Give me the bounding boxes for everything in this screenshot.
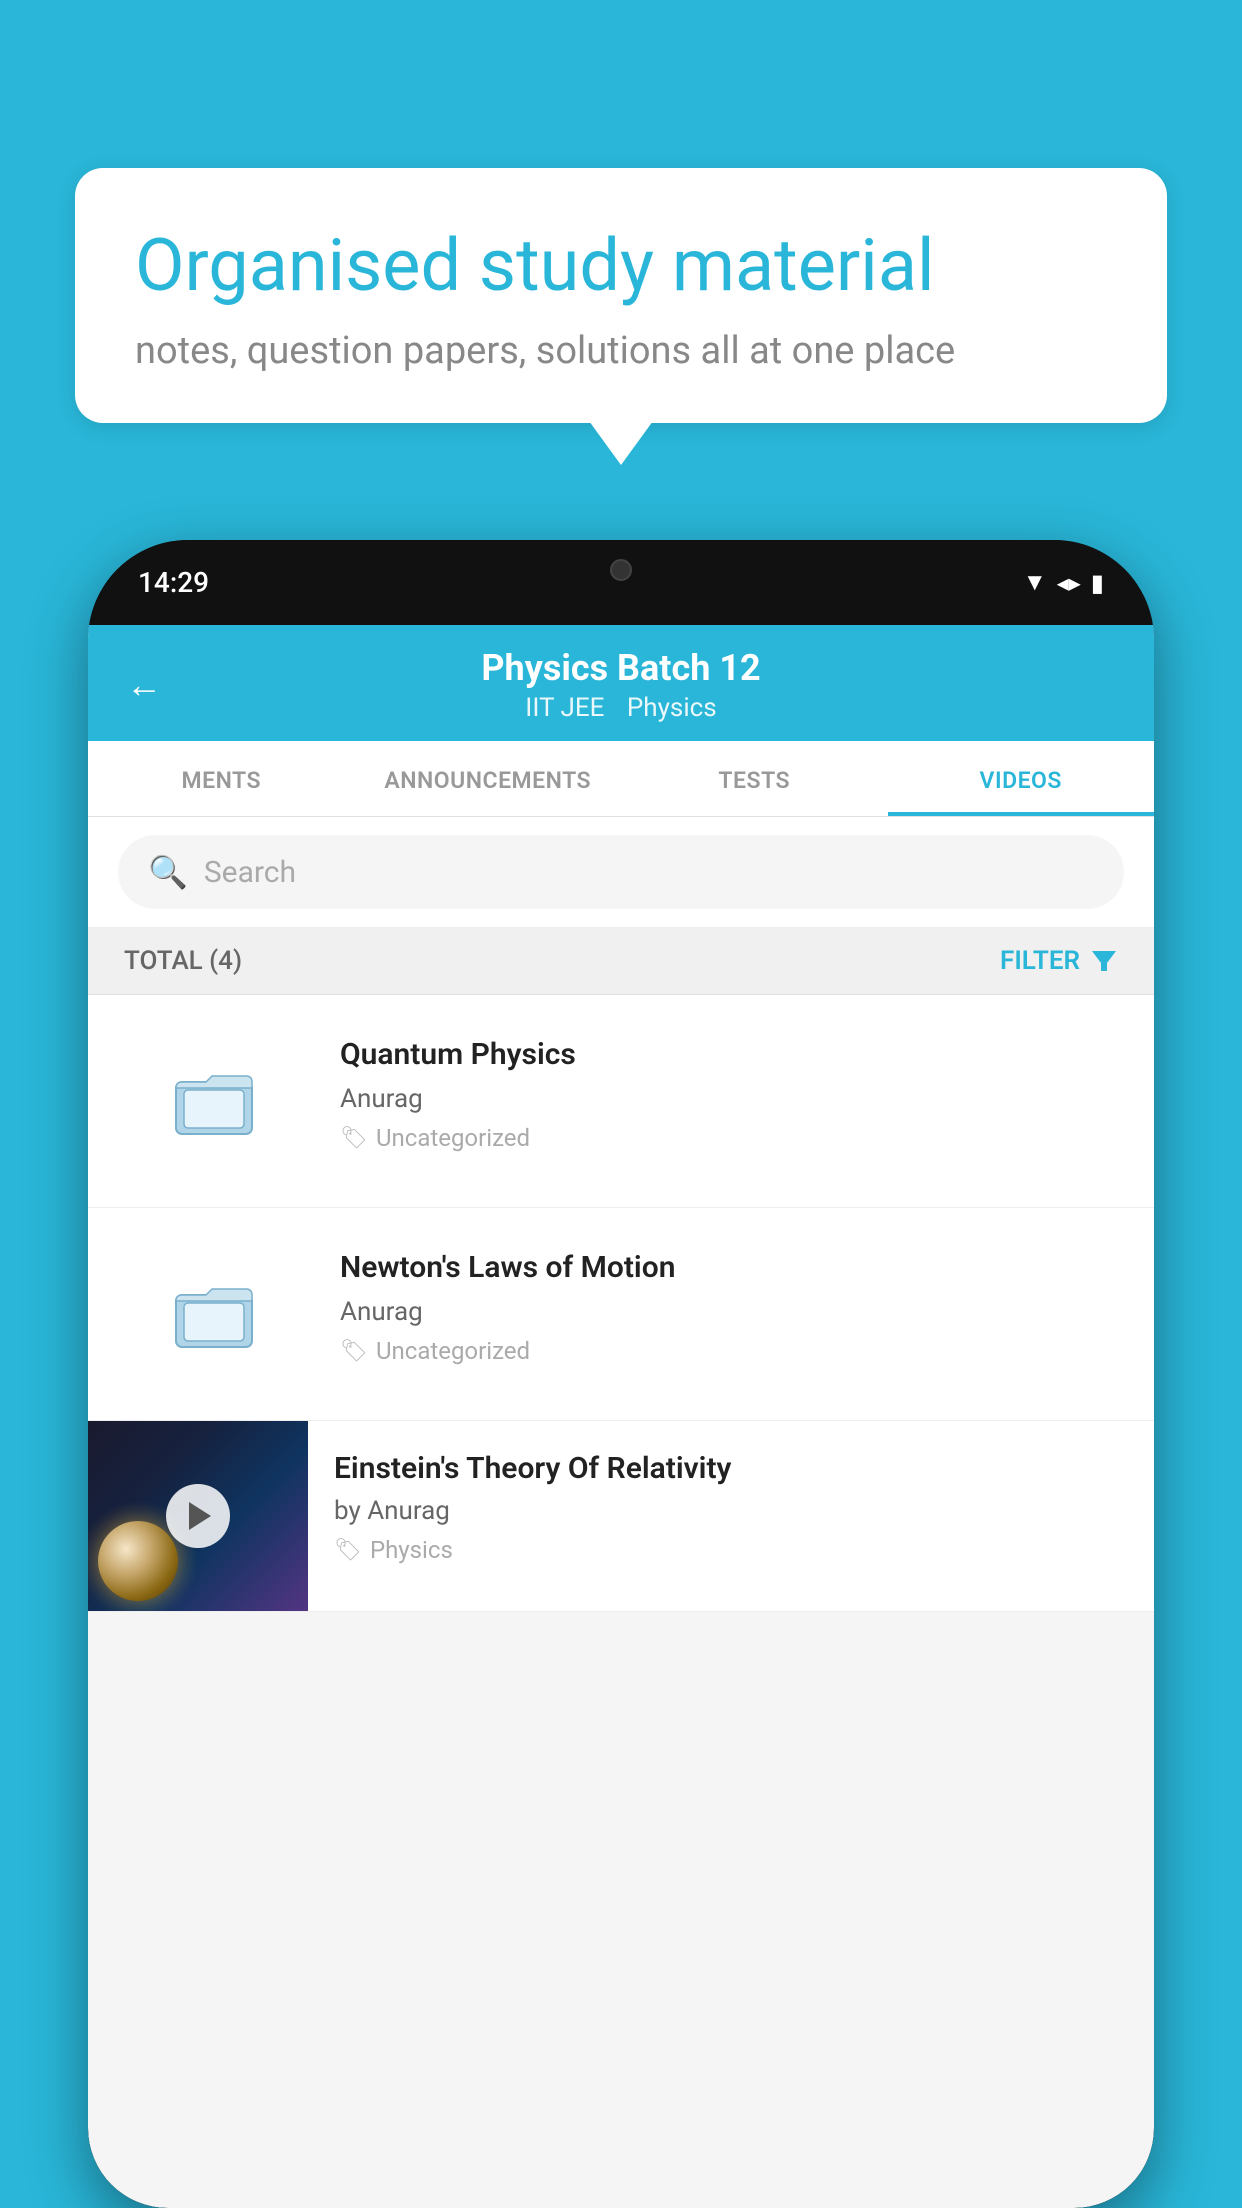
tab-ments[interactable]: MENTS: [88, 741, 355, 816]
video-info: Newton's Laws of Motion Anurag 🏷 Uncateg…: [340, 1244, 1118, 1365]
video-info: Einstein's Theory Of Relativity by Anura…: [308, 1421, 1118, 1564]
signal-icon: ◂▸: [1057, 569, 1081, 597]
header-title-group: Physics Batch 12 IIT JEE Physics: [481, 647, 760, 723]
search-input[interactable]: Search: [204, 855, 296, 890]
video-title: Quantum Physics: [340, 1035, 1118, 1074]
tag-icon: 🏷: [340, 1126, 368, 1151]
video-title: Einstein's Theory Of Relativity: [334, 1451, 1118, 1486]
tabs-bar: MENTS ANNOUNCEMENTS TESTS VIDEOS: [88, 741, 1154, 817]
list-item[interactable]: Newton's Laws of Motion Anurag 🏷 Uncateg…: [88, 1208, 1154, 1421]
filter-icon: [1090, 947, 1118, 975]
batch-subject: Physics: [627, 693, 717, 723]
clock: 14:29: [138, 566, 209, 599]
total-count-label: TOTAL (4): [124, 946, 242, 976]
video-title: Newton's Laws of Motion: [340, 1248, 1118, 1287]
filter-bar: TOTAL (4) FILTER: [88, 928, 1154, 995]
speech-bubble-title: Organised study material: [135, 223, 1107, 309]
play-icon: [189, 1502, 211, 1530]
search-bar[interactable]: 🔍 Search: [118, 835, 1124, 909]
tab-videos[interactable]: VIDEOS: [888, 741, 1155, 816]
tab-tests[interactable]: TESTS: [621, 741, 888, 816]
search-bar-container: 🔍 Search: [88, 817, 1154, 928]
tag-icon: 🏷: [340, 1339, 368, 1364]
status-bar: 14:29 ▼ ◂▸ ▮: [88, 540, 1154, 625]
battery-icon: ▮: [1091, 569, 1104, 597]
phone-frame: 14:29 ▼ ◂▸ ▮ ← Physics Batch 12 IIT JEE …: [88, 540, 1154, 2208]
speech-bubble-subtitle: notes, question papers, solutions all at…: [135, 329, 1107, 373]
video-tag: 🏷 Physics: [334, 1536, 1118, 1564]
filter-button[interactable]: FILTER: [1000, 946, 1118, 976]
video-info: Quantum Physics Anurag 🏷 Uncategorized: [340, 1031, 1118, 1152]
search-icon: 🔍: [148, 853, 188, 891]
video-thumbnail: [88, 1421, 308, 1611]
tag-icon: 🏷: [334, 1538, 362, 1563]
folder-icon: [174, 1061, 254, 1141]
speech-bubble: Organised study material notes, question…: [75, 168, 1167, 423]
back-button[interactable]: ←: [126, 664, 162, 706]
video-tag: 🏷 Uncategorized: [340, 1337, 1118, 1365]
list-item[interactable]: Einstein's Theory Of Relativity by Anura…: [88, 1421, 1154, 1612]
app-header: ← Physics Batch 12 IIT JEE Physics: [88, 625, 1154, 741]
planet-graphic: [98, 1521, 178, 1601]
video-list: Quantum Physics Anurag 🏷 Uncategorized: [88, 995, 1154, 1612]
folder-thumbnail: [124, 1244, 304, 1384]
video-author: Anurag: [340, 1297, 1118, 1327]
batch-title: Physics Batch 12: [481, 647, 760, 689]
video-author: by Anurag: [334, 1496, 1118, 1526]
wifi-icon: ▼: [1023, 568, 1047, 597]
play-button[interactable]: [166, 1484, 230, 1548]
tab-announcements[interactable]: ANNOUNCEMENTS: [355, 741, 622, 816]
video-author: Anurag: [340, 1084, 1118, 1114]
folder-thumbnail: [124, 1031, 304, 1171]
front-camera: [610, 559, 632, 581]
batch-subtitle: IIT JEE Physics: [481, 693, 760, 723]
batch-category: IIT JEE: [525, 693, 604, 723]
video-tag: 🏷 Uncategorized: [340, 1124, 1118, 1152]
list-item[interactable]: Quantum Physics Anurag 🏷 Uncategorized: [88, 995, 1154, 1208]
phone-screen: ← Physics Batch 12 IIT JEE Physics MENTS…: [88, 625, 1154, 2208]
folder-icon: [174, 1274, 254, 1354]
status-icons: ▼ ◂▸ ▮: [1023, 568, 1104, 597]
notch: [541, 540, 701, 600]
